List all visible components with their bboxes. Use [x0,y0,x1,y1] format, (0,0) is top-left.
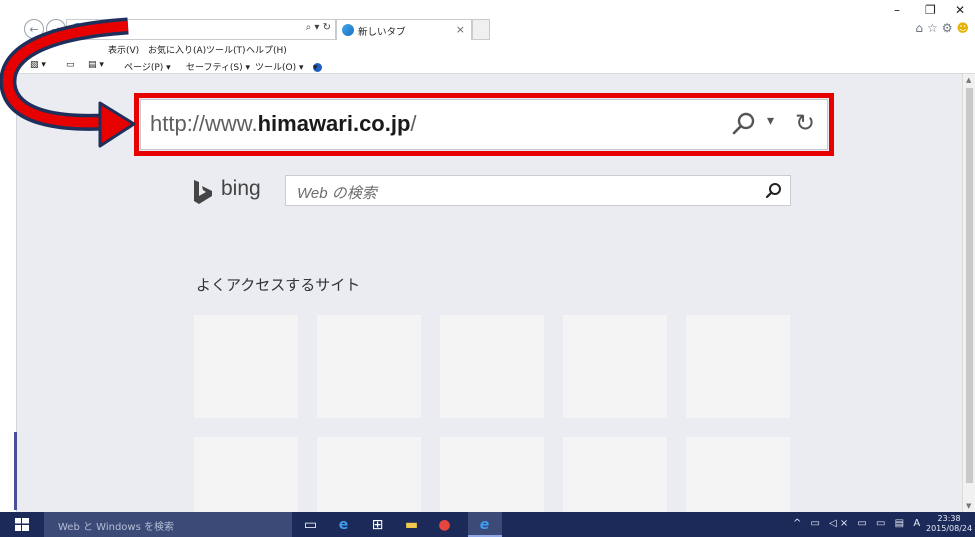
edge-browser-icon[interactable]: e [335,516,352,533]
new-tab-button[interactable] [472,19,490,40]
refresh-icon[interactable]: ↻ [795,109,815,137]
tools-menu-button[interactable]: ツール(O) ▾ [255,60,304,73]
mail-icon[interactable]: ▭ [66,60,75,70]
site-tile[interactable] [194,437,298,512]
scroll-down-icon[interactable]: ▼ [966,502,971,510]
safety-menu-button[interactable]: セーフティ(S) ▾ [186,60,250,73]
forward-button[interactable]: → [46,19,66,39]
windows-taskbar: Web と Windows を検索 ▭ e ⊞ ▬ ● e ^ ▭ ◁× ▭ ▭… [0,512,975,537]
left-edge-panel [0,74,17,512]
address-bar-highlighted[interactable]: http://www.himawari.co.jp/ ▾ ↻ [134,93,834,156]
scrollbar-thumb[interactable] [966,88,973,483]
address-bar-compact[interactable]: ⌕ ▾ ↻ [66,19,336,40]
tab-new-tab[interactable]: 新しいタブ × [336,19,472,40]
site-tile[interactable] [317,315,421,418]
command-bar: ▧ ▾ ▭ ▤ ▾ ページ(P) ▾ セーフティ(S) ▾ ツール(O) ▾ ▾ [0,57,975,74]
chevron-down-icon[interactable]: ▾ [767,113,774,129]
taskbar-clock[interactable]: 23:38 2015/08/24 [926,514,972,534]
windows-start-icon[interactable] [15,518,29,531]
menu-item-tools[interactable]: ツール(T) [206,43,246,56]
ie-tab-icon [342,24,354,36]
clock-date: 2015/08/24 [926,524,973,533]
internet-explorer-icon: e [479,516,490,533]
menu-bar: 表示(V) お気に入り(A) ツール(T) ヘルプ(H) [0,41,975,57]
page-menu-button[interactable]: ページ(P) ▾ [124,60,171,73]
site-tile[interactable] [686,437,790,512]
smiley-feedback-icon[interactable]: ☻ [956,21,969,35]
site-tile[interactable] [440,437,544,512]
site-tile[interactable] [317,437,421,512]
system-tray-icons[interactable]: ^ ▭ ◁× ▭ ▭ ▤ A [793,518,923,529]
task-view-icon[interactable]: ▭ [302,516,319,533]
toolbar-right-icons: ⌂ ☆ ⚙ ☻ [915,21,969,35]
site-tile[interactable] [563,315,667,418]
site-tile[interactable] [686,315,790,418]
clock-time: 23:38 [937,514,961,523]
chrome-icon[interactable]: ● [436,516,453,533]
scroll-up-icon[interactable]: ▲ [966,76,971,84]
favorites-star-icon[interactable]: ☆ [927,21,938,35]
new-tab-page: http://www.himawari.co.jp/ ▾ ↻ bing Web … [17,74,962,512]
store-icon[interactable]: ⊞ [369,516,386,533]
search-placeholder: Web の検索 [297,185,377,202]
address-tools[interactable]: ⌕ ▾ ↻ [306,22,331,33]
site-tile[interactable] [440,315,544,418]
ie-taskbar-button[interactable]: e [468,512,502,537]
print-icon[interactable]: ▤ ▾ [88,60,104,70]
forward-arrow-icon: → [51,22,61,36]
menu-item-view[interactable]: 表示(V) [108,43,139,56]
site-tile[interactable] [563,437,667,512]
vertical-scrollbar[interactable]: ▲ ▼ [962,74,975,512]
menu-item-favorites[interactable]: お気に入り(A) [148,43,206,56]
close-button[interactable]: ✕ [955,3,965,17]
home-icon[interactable]: ⌂ [915,21,923,35]
file-explorer-icon[interactable]: ▬ [403,516,420,533]
bing-wordmark: bing [221,177,261,200]
settings-gear-icon[interactable]: ⚙ [942,21,953,35]
restore-button[interactable]: ❐ [925,3,936,17]
url-text[interactable]: http://www.himawari.co.jp/ [150,111,417,137]
screen: – ❐ ✕ ← → ⌕ ▾ ↻ 新しいタブ × ⌂ ☆ ⚙ ☻ 表示(V) お気… [0,0,975,537]
tab-close-button[interactable]: × [456,23,465,36]
back-button[interactable]: ← [24,19,44,39]
menu-item-help[interactable]: ヘルプ(H) [246,43,287,56]
taskbar-search-box[interactable]: Web と Windows を検索 [44,512,292,537]
back-arrow-icon: ← [29,22,39,36]
bing-logo-icon [194,180,212,204]
ie-page-icon [71,23,84,36]
frequent-sites-heading: よくアクセスするサイト [196,276,361,294]
bing-search-input[interactable]: Web の検索 [285,175,791,206]
feeds-icon[interactable]: ▧ ▾ [30,60,46,70]
tab-label: 新しいタブ [358,27,406,38]
search-icon[interactable] [731,111,757,137]
minimize-button[interactable]: – [894,3,900,17]
site-tile[interactable] [194,315,298,418]
magnifier-icon[interactable] [765,182,782,199]
taskbar-search-placeholder: Web と Windows を検索 [58,522,174,533]
